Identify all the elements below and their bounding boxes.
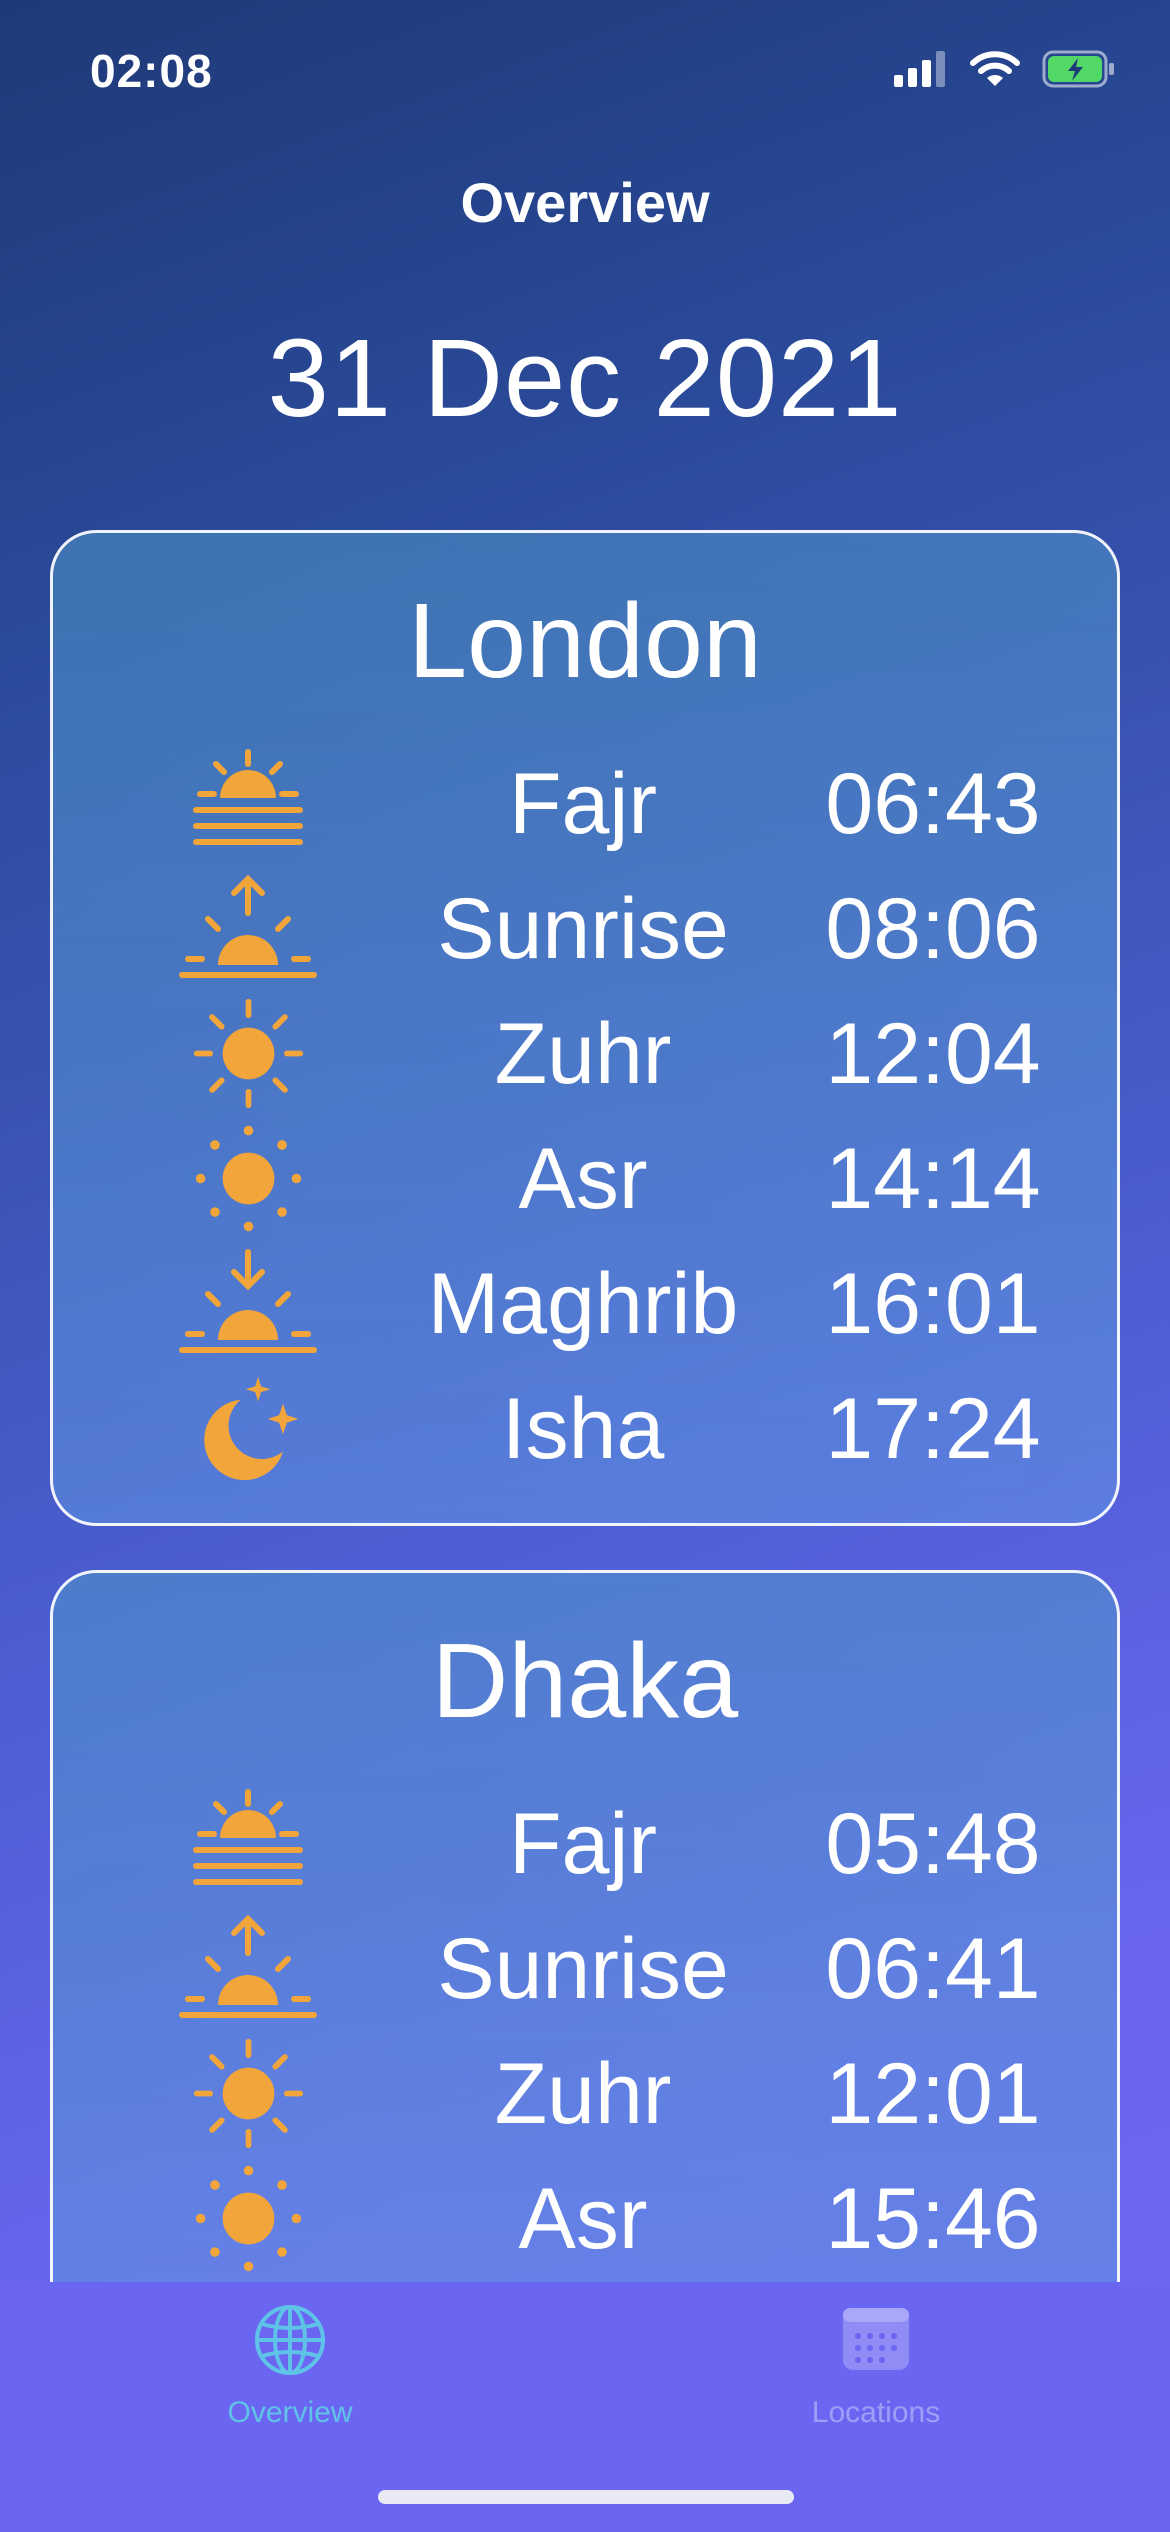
status-icons	[894, 50, 1116, 88]
prayer-time: 16:01	[825, 1256, 1041, 1352]
sun-icon	[173, 991, 323, 1116]
fajr-icon	[173, 1781, 323, 1906]
prayer-time: 14:14	[825, 1131, 1041, 1227]
wifi-icon	[970, 51, 1020, 86]
city-card-london[interactable]: London Fajr 06:43 Sunrise 08:06 Zuhr 12:…	[50, 530, 1120, 1526]
city-name: London	[408, 582, 762, 700]
prayer-time: 12:04	[825, 1006, 1041, 1102]
prayer-time: 12:01	[825, 2046, 1041, 2142]
date-heading: 31 Dec 2021	[267, 317, 903, 440]
sun-icon	[173, 2031, 323, 2156]
prayer-row-maghrib: Maghrib 16:01	[53, 1241, 1117, 1366]
tab-label: Overview	[227, 2396, 353, 2429]
prayer-time: 08:06	[825, 881, 1041, 977]
prayer-row-fajr: Fajr 06:43	[53, 741, 1117, 866]
sun-dotted-icon	[173, 2156, 323, 2281]
prayer-row-isha: Isha 17:24	[53, 1366, 1117, 1491]
moon-stars-icon	[173, 1366, 323, 1491]
prayer-row-asr: Asr 15:46	[53, 2156, 1117, 2281]
sun-dotted-icon	[173, 1116, 323, 1241]
prayer-name: Asr	[518, 1131, 648, 1227]
sunrise-icon	[173, 1906, 323, 2031]
city-card-dhaka[interactable]: Dhaka Fajr 05:48 Sunrise 06:41 Zuhr 12:0…	[50, 1570, 1120, 2282]
prayer-time: 15:46	[825, 2171, 1041, 2267]
home-indicator[interactable]	[378, 2490, 794, 2504]
prayer-time: 06:41	[825, 1921, 1041, 2017]
prayer-name: Zuhr	[494, 1006, 672, 1102]
prayer-row-asr: Asr 14:14	[53, 1116, 1117, 1241]
cellular-signal-icon	[894, 51, 945, 87]
city-name: Dhaka	[431, 1622, 739, 1740]
sunset-icon	[173, 1241, 323, 1366]
prayer-name: Fajr	[508, 756, 658, 852]
fajr-icon	[173, 741, 323, 866]
tab-label: Locations	[811, 2396, 941, 2429]
calendar-icon	[843, 2308, 909, 2370]
prayer-row-zuhr: Zuhr 12:04	[53, 991, 1117, 1116]
tab-locations[interactable]: Locations	[726, 2302, 1026, 2442]
prayer-name: Sunrise	[437, 1921, 729, 2017]
prayer-row-zuhr: Zuhr 12:01	[53, 2031, 1117, 2156]
prayer-row-sunrise: Sunrise 08:06	[53, 866, 1117, 991]
prayer-name: Isha	[501, 1381, 665, 1477]
prayer-name: Fajr	[508, 1796, 658, 1892]
prayer-row-sunrise: Sunrise 06:41	[53, 1906, 1117, 2031]
prayer-time: 06:43	[825, 756, 1041, 852]
page-title: Overview	[460, 171, 710, 234]
status-bar: 02:08	[0, 0, 1170, 150]
prayer-name: Sunrise	[437, 881, 729, 977]
prayer-time: 05:48	[825, 1796, 1041, 1892]
battery-charging-icon	[1042, 50, 1114, 88]
globe-icon	[255, 2305, 325, 2375]
city-list[interactable]: London Fajr 06:43 Sunrise 08:06 Zuhr 12:…	[0, 530, 1170, 2282]
prayer-name: Zuhr	[494, 2046, 672, 2142]
sunrise-icon	[173, 866, 323, 991]
tab-overview[interactable]: Overview	[140, 2302, 440, 2442]
prayer-time: 17:24	[825, 1381, 1041, 1477]
prayer-name: Asr	[518, 2171, 648, 2267]
prayer-row-fajr: Fajr 05:48	[53, 1781, 1117, 1906]
prayer-name: Maghrib	[427, 1256, 739, 1352]
status-time: 02:08	[90, 45, 213, 97]
